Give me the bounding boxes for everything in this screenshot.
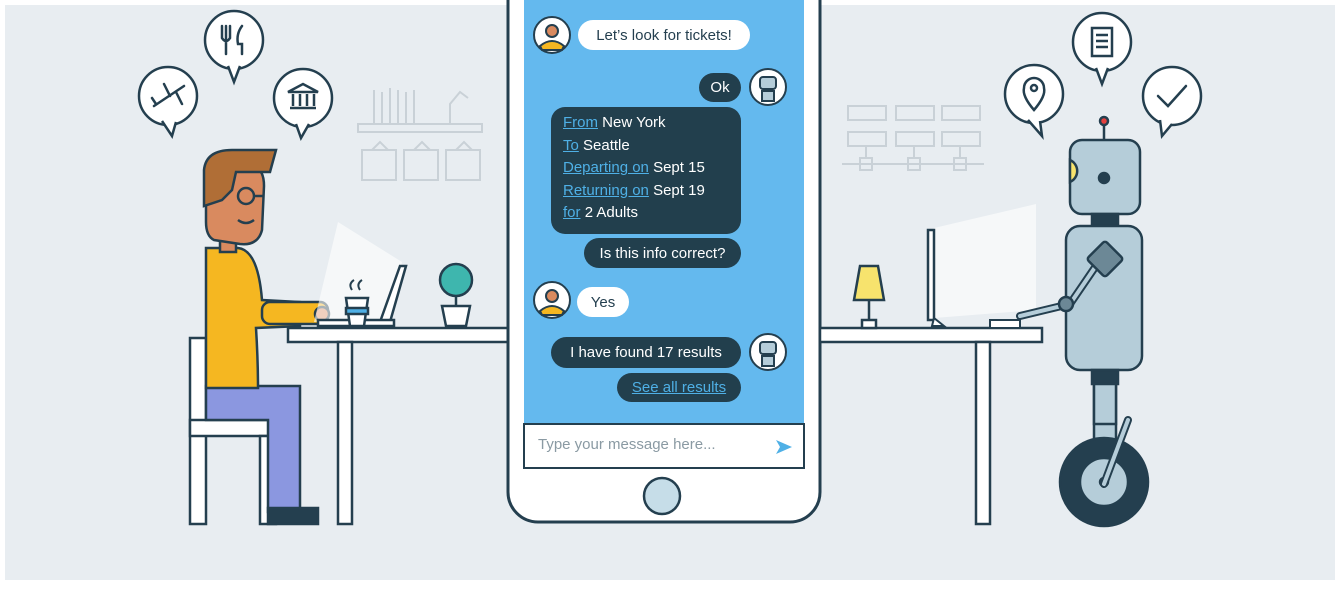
message-text: I have found 17 results xyxy=(570,344,722,361)
chat-message-bot: I have found 17 results xyxy=(551,337,741,368)
returning-value: Sept 19 xyxy=(653,181,705,199)
chat-message-bot: Ok xyxy=(699,73,741,102)
message-text: Yes xyxy=(590,293,616,311)
to-value: Seattle xyxy=(583,136,630,154)
illustration-scene: Let’s look for tickets! Ok From New York… xyxy=(0,0,1340,585)
to-link[interactable]: To xyxy=(563,137,579,154)
from-link[interactable]: From xyxy=(563,114,598,131)
returning-link[interactable]: Returning on xyxy=(563,182,649,199)
booking-summary-card: From New York To Seattle Departing on Se… xyxy=(551,107,741,234)
home-button[interactable] xyxy=(642,476,682,516)
user-avatar-icon xyxy=(533,16,571,54)
from-value: New York xyxy=(602,114,666,131)
departing-value: Sept 15 xyxy=(653,159,705,176)
message-text: Is this info correct? xyxy=(599,244,726,262)
see-all-results-link[interactable]: See all results xyxy=(632,379,726,396)
departing-link[interactable]: Departing on xyxy=(563,159,649,176)
passengers-link[interactable]: for xyxy=(563,204,581,221)
chat-message-bot: Is this info correct? xyxy=(584,238,741,268)
passengers-value: 2 Adults xyxy=(584,204,639,221)
scene-svg xyxy=(0,0,1340,585)
user-avatar-icon xyxy=(533,281,571,319)
summary-line-returning: Returning on Sept 19 xyxy=(563,180,729,203)
message-input-placeholder: Type your message here... xyxy=(538,436,716,453)
summary-line-departing: Departing on Sept 15 xyxy=(563,157,729,180)
bot-avatar-icon xyxy=(749,333,787,371)
bot-avatar-icon xyxy=(749,68,787,106)
see-all-results-bubble[interactable]: See all results xyxy=(617,373,741,402)
summary-line-from: From New York xyxy=(563,112,729,135)
summary-line-passengers: for 2 Adults xyxy=(563,202,729,225)
chat-message-user: Let’s look for tickets! xyxy=(578,20,750,50)
chat-message-user: Yes xyxy=(577,287,629,317)
message-text: Ok xyxy=(710,79,730,96)
message-text: Let’s look for tickets! xyxy=(596,26,732,44)
summary-line-to: To Seattle xyxy=(563,135,729,158)
